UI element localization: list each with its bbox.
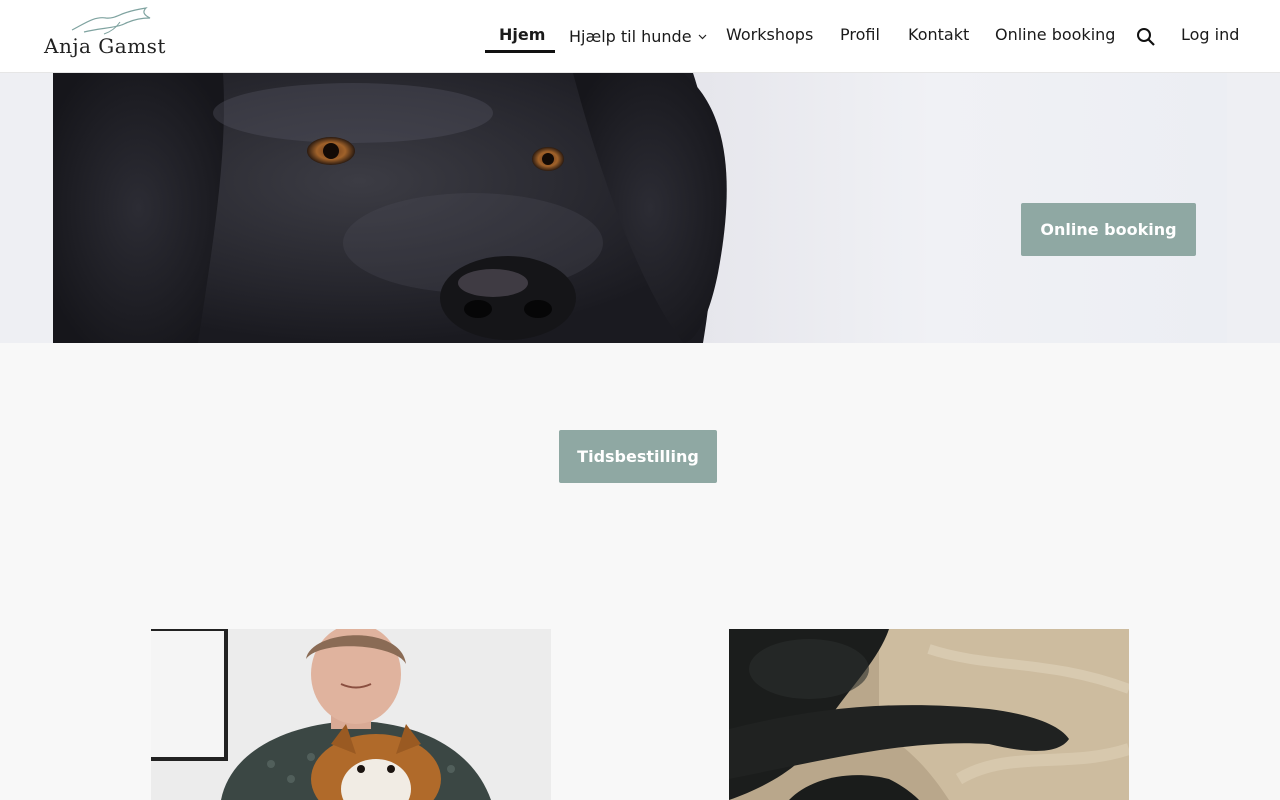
nav-item-workshops[interactable]: Workshops (726, 22, 813, 52)
nav-item-hjaelp-til-hunde[interactable]: Hjælp til hunde (569, 22, 707, 52)
search-icon[interactable] (1136, 27, 1156, 47)
nav-item-kontakt[interactable]: Kontakt (908, 22, 969, 52)
hero-banner: Online booking (0, 73, 1280, 343)
photo-woman-with-sheltie (151, 629, 551, 800)
hero-online-booking-button[interactable]: Online booking (1021, 203, 1196, 256)
brand-name: Anja Gamst (44, 34, 166, 58)
photo-black-dog-on-blanket (729, 629, 1129, 800)
nav-item-label: Hjælp til hunde (569, 27, 692, 46)
login-link[interactable]: Log ind (1181, 22, 1239, 52)
active-nav-indicator (485, 50, 555, 53)
brand-logo[interactable]: Anja Gamst (44, 6, 166, 60)
nav-item-profil[interactable]: Profil (840, 22, 880, 52)
nav-item-online-booking[interactable]: Online booking (995, 22, 1115, 52)
chevron-down-icon (698, 22, 707, 48)
nav-item-hjem[interactable]: Hjem (499, 22, 545, 52)
tidsbestilling-button[interactable]: Tidsbestilling (559, 430, 717, 483)
site-header: Anja Gamst Hjem Hjælp til hunde Workshop… (0, 0, 1280, 73)
running-dog-logo-icon (71, 7, 151, 35)
